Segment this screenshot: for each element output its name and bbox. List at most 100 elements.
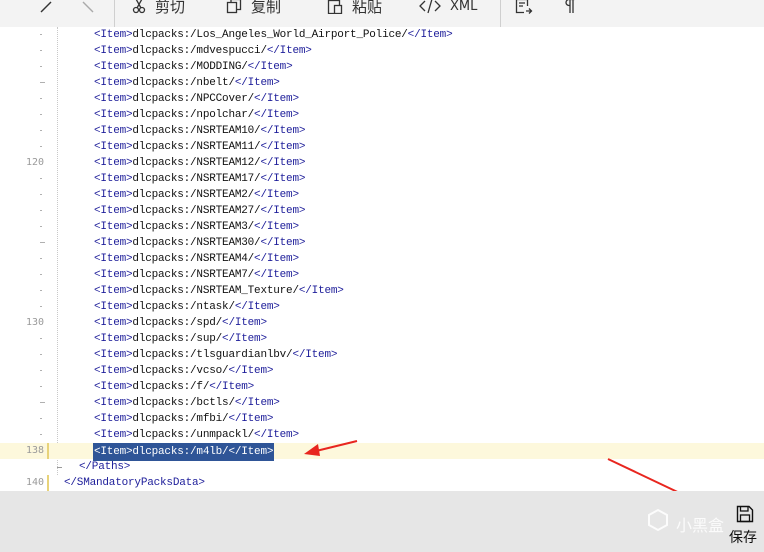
code-line[interactable]: <Item>dlcpacks:/NSRTEAM2/</Item>: [0, 187, 764, 203]
item-element: <Item>dlcpacks:/nbelt/</Item>: [94, 75, 280, 91]
code-line[interactable]: <Item>dlcpacks:/ntask/</Item>: [0, 299, 764, 315]
code-line[interactable]: <Item>dlcpacks:/NSRTEAM11/</Item>: [0, 139, 764, 155]
item-path-text: dlcpacks:/MODDING/: [132, 61, 248, 73]
line-dot-marker: [40, 290, 42, 291]
item-open-tag: <Item>: [94, 61, 133, 73]
code-line-selected[interactable]: 138 <Item>dlcpacks:/m4lb/</Item>: [0, 443, 764, 461]
item-open-tag: <Item>: [94, 125, 133, 137]
item-element: <Item>dlcpacks:/unmpackl/</Item>: [94, 427, 299, 443]
line-dot-marker: [40, 386, 42, 387]
code-line-paths-close[interactable]: </Paths>: [0, 459, 764, 475]
item-close-tag: </Item>: [254, 93, 299, 105]
item-path-text: dlcpacks:/NPCCover/: [132, 93, 255, 105]
redo-button[interactable]: [38, 0, 54, 18]
item-open-tag: <Item>: [94, 413, 133, 425]
item-open-tag: <Item>: [94, 446, 133, 458]
code-line[interactable]: <Item>dlcpacks:/MODDING/</Item>: [0, 59, 764, 75]
item-close-tag: </Item>: [254, 109, 299, 121]
toolbar-separator: [114, 0, 115, 27]
xml-button[interactable]: XML: [419, 0, 477, 18]
item-element: <Item>dlcpacks:/NPCCover/</Item>: [94, 91, 299, 107]
gutter-marker: [47, 443, 49, 459]
item-open-tag: <Item>: [94, 237, 133, 249]
cut-label: 剪切: [155, 0, 186, 16]
item-close-tag: </Item>: [254, 429, 299, 441]
item-element: <Item>dlcpacks:/mdvespucci/</Item>: [94, 43, 312, 59]
item-path-text: dlcpacks:/NSRTEAM7/: [132, 269, 255, 281]
code-line-root-close[interactable]: 140 </SMandatoryPacksData>: [0, 475, 764, 491]
item-close-tag: </Item>: [260, 237, 306, 249]
line-dot-marker: [40, 178, 42, 179]
item-element: <Item>dlcpacks:/spd/</Item>: [94, 315, 267, 331]
item-path-text: dlcpacks:/NSRTEAM30/: [132, 237, 261, 249]
code-line[interactable]: <Item>dlcpacks:/NSRTEAM10/</Item>: [0, 123, 764, 139]
save-button[interactable]: 保存: [726, 499, 764, 549]
item-path-text: dlcpacks:/NSRTEAM11/: [132, 141, 261, 153]
item-open-tag: <Item>: [94, 365, 133, 377]
code-line[interactable]: <Item>dlcpacks:/vcso/</Item>: [0, 363, 764, 379]
item-close-tag: </Item>: [222, 317, 267, 329]
line-number: 140: [25, 477, 44, 488]
code-line[interactable]: <Item>dlcpacks:/NSRTEAM_Texture/</Item>: [0, 283, 764, 299]
command-bar: 小黑盒 保存: [0, 491, 764, 552]
item-open-tag: <Item>: [94, 173, 133, 185]
item-open-tag: <Item>: [94, 285, 133, 297]
item-path-text: dlcpacks:/mfbi/: [132, 413, 229, 425]
undo-button[interactable]: [80, 0, 96, 18]
item-path-text: dlcpacks:/NSRTEAM10/: [132, 125, 261, 137]
item-open-tag: <Item>: [94, 93, 133, 105]
line-dot-marker: [40, 402, 45, 403]
paste-button[interactable]: 粘贴: [327, 0, 382, 18]
code-line[interactable]: <Item>dlcpacks:/NSRTEAM4/</Item>: [0, 251, 764, 267]
item-close-tag: </Item>: [228, 365, 274, 377]
watermark-text: 小黑盒: [676, 516, 725, 535]
item-open-tag: <Item>: [94, 381, 133, 393]
code-line[interactable]: <Item>dlcpacks:/mdvespucci/</Item>: [0, 43, 764, 59]
item-element: <Item>dlcpacks:/NSRTEAM7/</Item>: [94, 267, 299, 283]
line-dot-marker: [40, 274, 42, 275]
item-close-tag: </Item>: [260, 125, 306, 137]
show-formatting-button[interactable]: [564, 0, 576, 18]
save-icon: [736, 505, 754, 523]
item-close-tag: </Item>: [266, 45, 312, 57]
item-element: <Item>dlcpacks:/NSRTEAM11/</Item>: [94, 139, 305, 155]
code-line[interactable]: 120 <Item>dlcpacks:/NSRTEAM12/</Item>: [0, 155, 764, 171]
item-close-tag: </Item>: [222, 333, 267, 345]
format-document-icon: [515, 0, 533, 14]
format-button[interactable]: [515, 0, 533, 18]
code-line[interactable]: <Item>dlcpacks:/unmpackl/</Item>: [0, 427, 764, 443]
item-path-text: dlcpacks:/sup/: [132, 333, 223, 345]
code-line[interactable]: 130 <Item>dlcpacks:/spd/</Item>: [0, 315, 764, 331]
item-path-text: dlcpacks:/Los_Angeles_World_Airport_Poli…: [132, 29, 408, 41]
code-line[interactable]: <Item>dlcpacks:/bctls/</Item>: [0, 395, 764, 411]
code-line[interactable]: <Item>dlcpacks:/f/</Item>: [0, 379, 764, 395]
code-line[interactable]: <Item>dlcpacks:/NSRTEAM17/</Item>: [0, 171, 764, 187]
line-dot-marker: [40, 354, 42, 355]
code-line[interactable]: <Item>dlcpacks:/NSRTEAM7/</Item>: [0, 267, 764, 283]
xml-editor[interactable]: <Item> dlcpacks:/Los_Angeles_World_Airpor…: [0, 27, 764, 491]
item-path-text: dlcpacks:/m4lb/: [132, 446, 229, 458]
item-close-tag: </Item>: [298, 285, 344, 297]
item-element: <Item>dlcpacks:/NSRTEAM3/</Item>: [94, 219, 299, 235]
line-dot-marker: [40, 434, 42, 435]
code-line[interactable]: <Item>dlcpacks:/mfbi/</Item>: [0, 411, 764, 427]
cut-button[interactable]: 剪切: [132, 0, 185, 18]
code-line[interactable]: <Item>dlcpacks:/NSRTEAM30/</Item>: [0, 235, 764, 251]
code-line[interactable]: <Item>dlcpacks:/NSRTEAM3/</Item>: [0, 219, 764, 235]
copy-button[interactable]: 复制: [226, 0, 281, 18]
code-line[interactable]: <Item>dlcpacks:/NPCCover/</Item>: [0, 91, 764, 107]
item-open-tag: <Item>: [94, 205, 133, 217]
fold-end-marker: [57, 467, 62, 468]
code-line[interactable]: <Item>dlcpacks:/tlsguardianlbv/</Item>: [0, 347, 764, 363]
code-line[interactable]: <Item>dlcpacks:/sup/</Item>: [0, 331, 764, 347]
item-path-text: dlcpacks:/tlsguardianlbv/: [132, 349, 293, 361]
code-line[interactable]: <Item>dlcpacks:/NSRTEAM27/</Item>: [0, 203, 764, 219]
xml-label: XML: [450, 0, 478, 14]
item-open-tag: <Item>: [94, 333, 133, 345]
code-line[interactable]: <Item>dlcpacks:/npolchar/</Item>: [0, 107, 764, 123]
paste-label: 粘贴: [352, 0, 383, 16]
item-path-text: dlcpacks:/NSRTEAM27/: [132, 205, 261, 217]
code-line[interactable]: <Item>dlcpacks:/nbelt/</Item>: [0, 75, 764, 91]
code-line[interactable]: <Item>dlcpacks:/Los_Angeles_World_Airpor…: [0, 27, 764, 43]
item-open-tag: <Item>: [94, 269, 133, 281]
